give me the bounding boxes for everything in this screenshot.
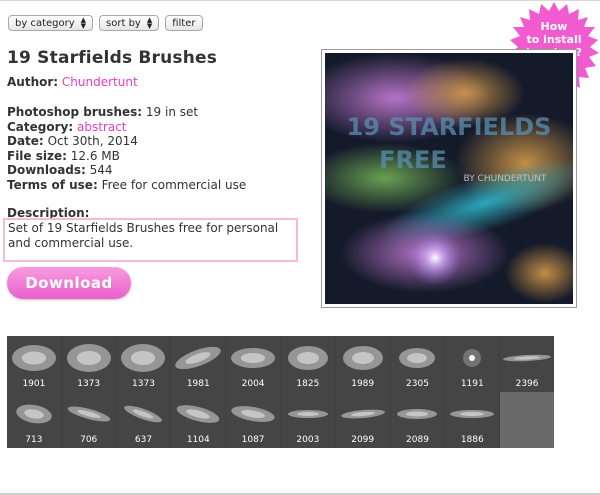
brush-shape-icon [287, 410, 328, 418]
category-link[interactable]: abstract [77, 120, 127, 134]
brush-shape-icon [397, 409, 438, 419]
page-title: 19 Starfields Brushes [7, 48, 218, 68]
brush-shape-icon [231, 406, 275, 422]
brush-thumbnail[interactable]: 2099 [335, 392, 390, 448]
brush-thumbnail[interactable]: 1373 [116, 336, 171, 392]
brush-thumbnail[interactable]: 1191 [445, 336, 500, 392]
category-select[interactable]: by category ▲ ▼ [8, 15, 94, 31]
brush-shape-icon [463, 349, 482, 367]
downloads-value: 544 [89, 163, 113, 177]
date-value: Oct 30th, 2014 [47, 134, 138, 148]
filesize-line: File size: 12.6 MB [7, 149, 120, 163]
category-label: Category: [7, 120, 74, 134]
terms-label: Terms of use: [7, 178, 98, 192]
brushes-label: Photoshop brushes: [7, 105, 143, 119]
brushes-line: Photoshop brushes: 19 in set [7, 105, 198, 119]
brush-shape-icon [231, 348, 276, 368]
preview-title: 19 STARFIELDS [347, 113, 552, 141]
sort-select[interactable]: sort by ▲ ▼ [99, 15, 160, 31]
brush-size-label: 2396 [515, 379, 539, 389]
brush-shape-icon [503, 354, 552, 362]
author-link[interactable]: Chundertunt [62, 75, 138, 89]
brush-size-label: 2089 [406, 435, 429, 445]
sort-select-label: sort by [106, 17, 141, 29]
download-button[interactable]: Download [7, 267, 131, 299]
brush-thumbnail[interactable]: 2003 [280, 392, 335, 448]
brush-size-label: 1901 [22, 379, 46, 389]
brush-shape-icon [450, 410, 495, 418]
brush-thumbnail[interactable]: 1901 [7, 336, 61, 392]
brush-size-label: 1373 [132, 379, 155, 389]
brush-size-label: 2305 [406, 379, 429, 389]
brush-thumbnail[interactable]: 2305 [390, 336, 445, 392]
brush-thumbnail[interactable]: 713 [7, 392, 61, 448]
filesize-label: File size: [7, 149, 67, 163]
brush-thumbnail[interactable]: 1989 [335, 336, 390, 392]
brush-thumbnail[interactable]: 1981 [171, 336, 226, 392]
brush-size-label: 2099 [351, 435, 375, 445]
brush-thumbnail[interactable]: 1373 [61, 336, 116, 392]
brush-thumbnail[interactable]: 637 [116, 392, 171, 448]
brush-size-label: 1191 [460, 379, 484, 389]
empty-thumbnail-slot [500, 392, 554, 448]
select-arrows-icon: ▲ ▼ [146, 16, 153, 30]
brush-shape-icon [176, 405, 220, 423]
downloads-line: Downloads: 544 [7, 163, 113, 177]
brush-thumbnail[interactable]: 2396 [500, 336, 554, 392]
filter-toolbar: by category ▲ ▼ sort by ▲ ▼ filter [8, 15, 203, 31]
brush-shape-icon [340, 409, 385, 419]
brushes-value: 19 in set [145, 105, 199, 119]
brush-thumbnail[interactable]: 1087 [226, 392, 280, 448]
preview-image[interactable]: 19 STARFIELDS FREE BY CHUNDERTUNT [321, 49, 577, 308]
brush-thumbnail[interactable]: 2089 [390, 392, 445, 448]
brush-size-label: 637 [134, 435, 153, 445]
brush-shape-icon [16, 404, 52, 424]
terms-value: Free for commercial use [101, 178, 247, 192]
filesize-value: 12.6 MB [70, 149, 120, 163]
description-box: Set of 19 Starfields Brushes free for pe… [3, 218, 298, 262]
brush-size-label: 1981 [186, 379, 210, 389]
brush-size-label: 706 [80, 435, 98, 445]
brush-size-label: 713 [25, 435, 43, 445]
badge-line-1: How [540, 20, 568, 33]
preview-subtitle: FREE [379, 146, 447, 174]
terms-line: Terms of use: Free for commercial use [7, 178, 246, 192]
brush-size-label: 1087 [241, 435, 265, 445]
brush-thumbnail[interactable]: 1825 [280, 336, 335, 392]
date-label: Date: [7, 134, 44, 148]
category-line: Category: abstract [7, 120, 127, 134]
author-label: Author: [7, 75, 59, 89]
brush-shape-icon [287, 346, 328, 370]
brush-size-label: 1825 [296, 379, 320, 389]
brush-thumbnail[interactable]: 1886 [445, 392, 500, 448]
brush-shape-icon [124, 405, 163, 423]
date-line: Date: Oct 30th, 2014 [7, 134, 138, 148]
brush-size-label: 2003 [296, 435, 320, 445]
brush-size-label: 1886 [460, 435, 484, 445]
brush-thumbnail-grid: 1901 1373 1373 1981 2004 1825 1989 2305 1191 2396… [7, 336, 554, 448]
brush-thumbnail[interactable]: 2004 [226, 336, 280, 392]
brush-shape-icon [66, 344, 111, 372]
brush-size-label: 1373 [77, 379, 101, 389]
preview-byline: BY CHUNDERTUNT [464, 174, 547, 184]
brush-size-label: 1104 [186, 435, 210, 445]
brush-shape-icon [67, 406, 110, 422]
brush-thumbnail[interactable]: 706 [61, 392, 116, 448]
downloads-label: Downloads: [7, 163, 86, 177]
select-arrows-icon: ▲ ▼ [80, 16, 87, 30]
brush-thumbnail[interactable]: 1104 [171, 392, 226, 448]
top-border [0, 0, 600, 1]
starfield-preview-art: 19 STARFIELDS FREE BY CHUNDERTUNT [325, 53, 573, 304]
brush-size-label: 1989 [351, 379, 375, 389]
brush-size-label: 2004 [241, 379, 265, 389]
brush-shape-icon [342, 346, 383, 370]
author-line: Author: Chundertunt [7, 75, 138, 89]
brush-shape-icon [399, 348, 436, 368]
category-select-label: by category [15, 17, 75, 29]
badge-line-2: to install [526, 33, 582, 46]
brush-shape-icon [11, 345, 56, 371]
filter-button[interactable]: filter [165, 15, 203, 31]
brush-shape-icon [121, 344, 166, 372]
brush-shape-icon [175, 346, 221, 370]
